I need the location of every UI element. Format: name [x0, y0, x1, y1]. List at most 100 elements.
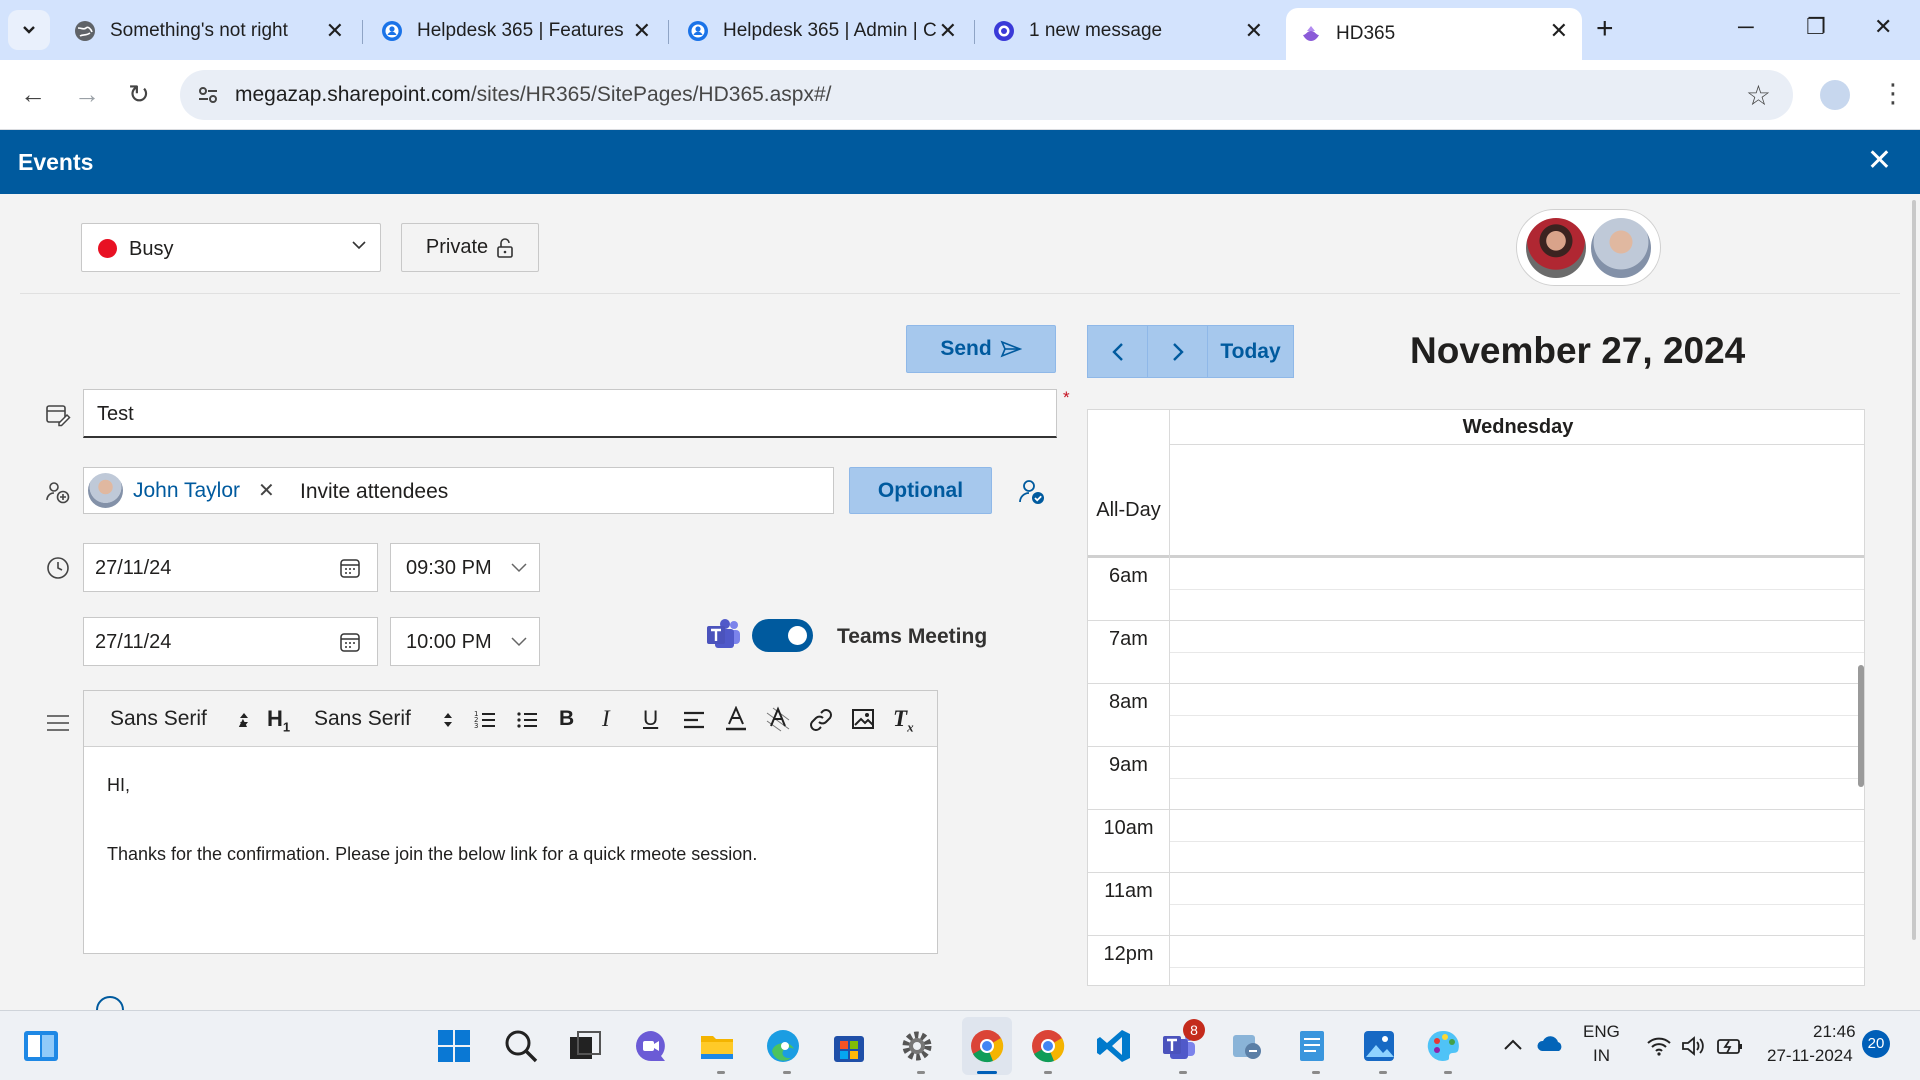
onedrive-icon[interactable]	[1536, 1033, 1566, 1053]
edge-icon[interactable]	[764, 1027, 802, 1065]
region-label[interactable]: IN	[1593, 1046, 1610, 1066]
availability-dropdown[interactable]: Busy	[81, 223, 381, 272]
calendar-scrollbar[interactable]	[1858, 665, 1864, 787]
clear-format-button[interactable]: Tx	[893, 707, 914, 740]
tab-helpdesk-features[interactable]: Helpdesk 365 | Features ✕	[367, 8, 665, 54]
settings-icon[interactable]	[898, 1027, 936, 1065]
chrome-icon[interactable]	[968, 1027, 1006, 1065]
link-icon[interactable]	[808, 708, 834, 732]
volume-icon[interactable]	[1680, 1035, 1706, 1057]
widgets-icon[interactable]	[22, 1027, 60, 1065]
remove-attendee-icon[interactable]: ✕	[258, 478, 275, 503]
close-panel-icon[interactable]: ✕	[1867, 146, 1892, 176]
day-calendar-grid[interactable]: Wednesday All-Day 6am 7am 8am 9am 10am 1…	[1087, 409, 1865, 986]
tab-new-message[interactable]: 1 new message ✕	[979, 8, 1277, 54]
calendar-icon[interactable]	[339, 557, 361, 579]
end-time-dropdown[interactable]: 10:00 PM	[390, 617, 540, 666]
hour-row[interactable]: 8am	[1088, 684, 1864, 747]
back-button[interactable]: ←	[20, 80, 46, 108]
hour-row[interactable]: 12pm	[1088, 936, 1864, 985]
font-family-select[interactable]: Sans Serif	[110, 707, 207, 731]
italic-button[interactable]: I	[602, 707, 610, 731]
new-tab-button[interactable]: +	[1596, 14, 1614, 44]
clock-date[interactable]: 27-11-2024	[1767, 1046, 1853, 1066]
private-button[interactable]: Private	[401, 223, 539, 272]
helpdesk-icon	[688, 21, 708, 41]
bold-button[interactable]: B	[559, 707, 574, 731]
minimize-button[interactable]: ─	[1738, 14, 1754, 40]
rich-text-editor[interactable]: Sans Serif ▲ H1 Sans Serif 123 B I U Tx …	[83, 690, 938, 954]
forward-button[interactable]: →	[74, 80, 100, 108]
chat-icon[interactable]	[632, 1027, 670, 1065]
busy-status-dot	[98, 239, 117, 258]
browser-menu-icon[interactable]: ⋮	[1880, 78, 1906, 109]
scheduling-assistant-icon[interactable]	[1017, 477, 1047, 507]
running-indicator	[1179, 1071, 1187, 1074]
vscode-icon[interactable]	[1095, 1027, 1133, 1065]
app-icon[interactable]	[1227, 1027, 1265, 1065]
tab-something-not-right[interactable]: Something's not right ✕	[60, 8, 358, 54]
font-color-icon[interactable]	[724, 706, 748, 732]
battery-icon[interactable]	[1716, 1035, 1744, 1057]
bullet-list-icon[interactable]	[515, 708, 539, 732]
start-time-dropdown[interactable]: 09:30 PM	[390, 543, 540, 592]
background-color-icon[interactable]	[765, 706, 791, 732]
previous-day-button[interactable]	[1088, 326, 1148, 377]
restore-button[interactable]: ❐	[1806, 14, 1826, 40]
subject-input[interactable]: Test	[83, 389, 1057, 438]
wifi-icon[interactable]	[1646, 1035, 1672, 1057]
page-scrollbar[interactable]	[1912, 200, 1916, 940]
url-omnibox[interactable]: megazap.sharepoint.com/sites/HR365/SiteP…	[180, 70, 1793, 120]
close-tab-icon[interactable]: ✕	[1245, 20, 1263, 42]
notification-count-badge[interactable]: 20	[1862, 1030, 1890, 1058]
tab-search-button[interactable]	[8, 10, 50, 50]
today-button[interactable]: Today	[1208, 326, 1293, 377]
running-indicator	[783, 1071, 791, 1074]
hour-row[interactable]: 6am	[1088, 558, 1864, 621]
chrome-icon[interactable]	[1029, 1027, 1067, 1065]
participants-avatars[interactable]	[1516, 209, 1661, 286]
heading-button[interactable]: H1	[267, 707, 290, 739]
search-icon[interactable]	[502, 1027, 540, 1065]
close-tab-icon[interactable]: ✕	[633, 20, 651, 42]
photos-icon[interactable]	[1360, 1027, 1398, 1065]
calendar-icon[interactable]	[339, 631, 361, 653]
underline-button[interactable]: U	[643, 707, 658, 731]
end-date-input[interactable]: 27/11/24	[83, 617, 378, 666]
tab-hd365[interactable]: HD365 ✕	[1286, 8, 1582, 60]
close-tab-icon[interactable]: ✕	[326, 20, 344, 42]
chevron-up-icon[interactable]	[1503, 1037, 1523, 1051]
close-window-button[interactable]: ✕	[1874, 14, 1892, 40]
notepad-icon[interactable]	[1293, 1027, 1331, 1065]
close-tab-icon[interactable]: ✕	[939, 20, 957, 42]
site-settings-icon[interactable]	[196, 83, 220, 107]
font-size-select[interactable]: Sans Serif	[314, 707, 411, 731]
paint-icon[interactable]	[1425, 1027, 1463, 1065]
ordered-list-icon[interactable]: 123	[473, 708, 497, 732]
align-icon[interactable]	[682, 709, 706, 731]
url-host: megazap.sharepoint.com	[235, 83, 471, 106]
reload-button[interactable]: ↻	[128, 80, 150, 108]
optional-attendees-button[interactable]: Optional	[849, 467, 992, 514]
bookmark-star-icon[interactable]: ☆	[1746, 79, 1771, 112]
attendees-input[interactable]: John Taylor ✕ Invite attendees	[83, 467, 834, 514]
start-icon[interactable]	[435, 1027, 473, 1065]
image-icon[interactable]	[851, 708, 875, 730]
task-view-icon[interactable]	[566, 1027, 604, 1065]
start-date-input[interactable]: 27/11/24	[83, 543, 378, 592]
profile-avatar-icon[interactable]	[1820, 80, 1850, 110]
clock-time[interactable]: 21:46	[1813, 1022, 1856, 1042]
store-icon[interactable]	[830, 1027, 868, 1065]
next-day-button[interactable]	[1148, 326, 1208, 377]
hour-row[interactable]: 7am	[1088, 621, 1864, 684]
attendee-chip[interactable]: John Taylor ✕	[88, 472, 275, 509]
tab-helpdesk-admin[interactable]: Helpdesk 365 | Admin | C ✕	[673, 8, 971, 54]
send-button[interactable]: Send	[906, 325, 1056, 373]
teams-meeting-toggle[interactable]	[752, 619, 813, 652]
file-explorer-icon[interactable]	[698, 1027, 736, 1065]
language-label[interactable]: ENG	[1583, 1022, 1620, 1042]
hour-row[interactable]: 9am	[1088, 747, 1864, 810]
close-tab-icon[interactable]: ✕	[1550, 20, 1568, 42]
hour-row[interactable]: 11am	[1088, 873, 1864, 936]
hour-row[interactable]: 10am	[1088, 810, 1864, 873]
